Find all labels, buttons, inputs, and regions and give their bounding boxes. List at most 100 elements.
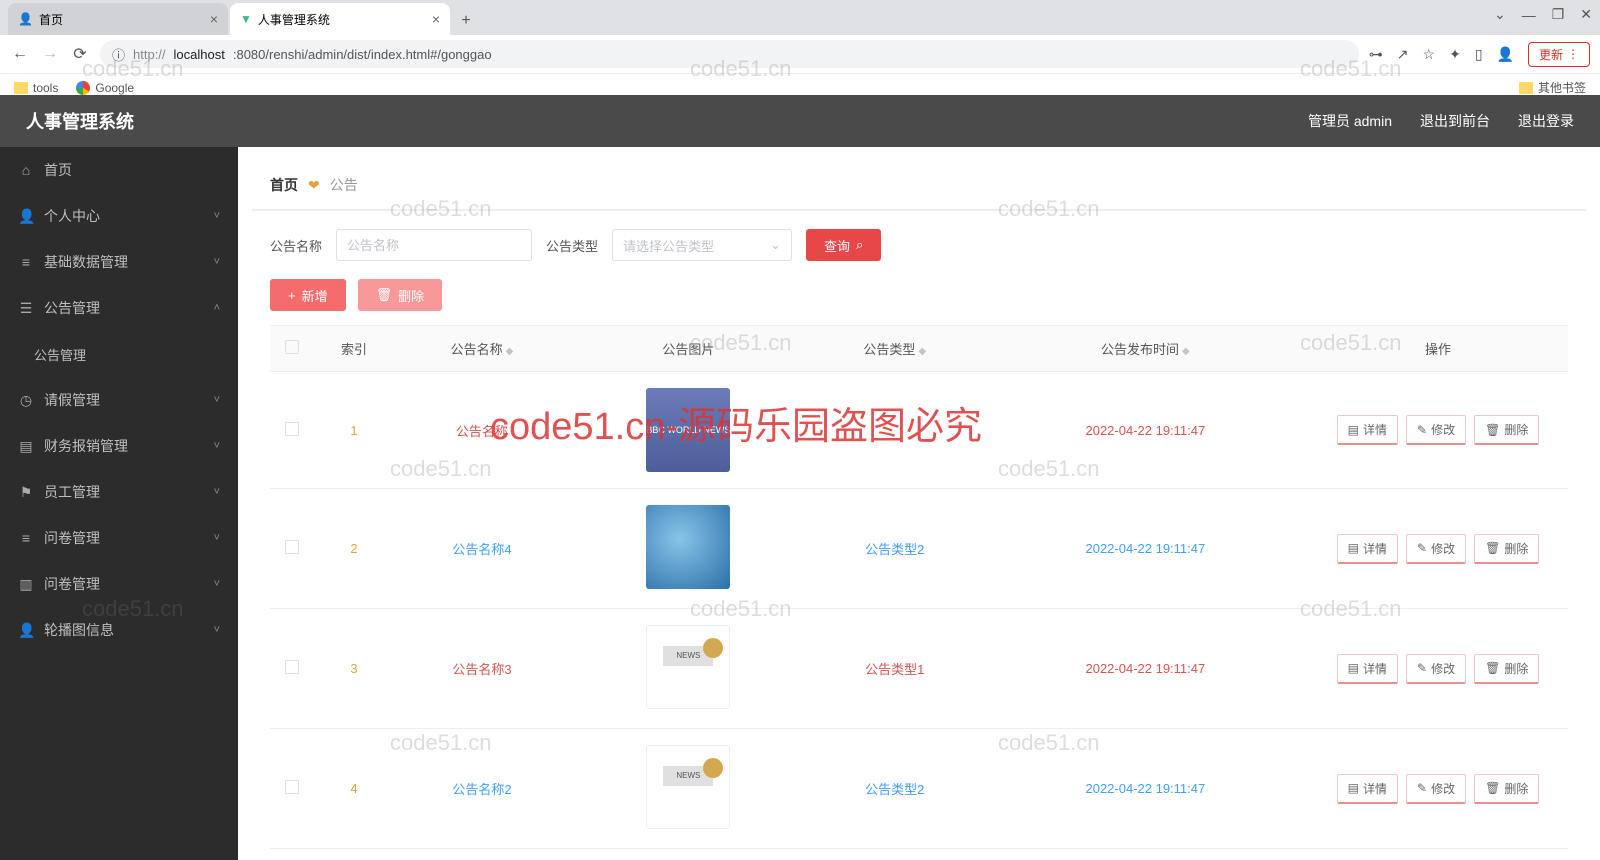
sidebar-item-8[interactable]: ≡问卷管理˅ [0,515,238,561]
cell-time: 2022-04-22 19:11:47 [983,729,1308,849]
app-header: 人事管理系统 管理员 admin 退出到前台 退出登录 [0,95,1600,147]
reload-icon[interactable]: ⟳ [70,44,90,64]
announcement-image: NEWS [646,745,730,829]
search-type-select[interactable]: 请选择公告类型 ⌄ [612,229,792,261]
cell-name[interactable]: 公告名称4 [394,489,570,609]
bookmark-google[interactable]: Google [76,81,134,95]
cell-type[interactable]: 公告类型2 [807,729,983,849]
bookmark-tools[interactable]: tools [14,81,58,95]
user-icon: 👤 [18,208,34,225]
list-icon: ☰ [18,300,34,317]
trash-icon: 🗑 [1485,781,1500,795]
select-all-checkbox[interactable] [285,340,299,354]
forward-icon[interactable]: → [40,45,60,63]
row-delete-button[interactable]: 🗑删除 [1474,415,1539,445]
announcement-image: NEWS [646,625,730,709]
browser-tab-0[interactable]: 👤 首页 × [8,3,228,35]
row-delete-button[interactable]: 🗑删除 [1474,654,1539,684]
edit-button[interactable]: ✎修改 [1406,774,1466,804]
update-button[interactable]: 更新⋮ [1528,42,1590,67]
url-protocol: http:// [133,47,166,62]
back-icon[interactable]: ← [10,45,30,63]
detail-button[interactable]: ▤详情 [1337,534,1398,564]
window-dropdown-icon[interactable]: ⌄ [1494,6,1506,23]
cell-name[interactable]: 公告名称 [394,372,570,489]
cell-name[interactable]: 公告名称2 [394,729,570,849]
app: 人事管理系统 管理员 admin 退出到前台 退出登录 ⌂首页 👤 个人中心 ˅ ≡基础… [0,95,1600,860]
panel-icon[interactable]: ▯ [1475,46,1483,63]
sidebar-item-0[interactable]: ⌂首页 [0,147,238,193]
query-button[interactable]: 查询 ⌕ [806,229,881,261]
cell-type[interactable]: 公告类型2 [807,489,983,609]
chevron-down-icon: ˅ [214,440,220,452]
logout-button[interactable]: 退出登录 [1518,111,1574,131]
db-icon: ≡ [18,254,34,270]
sidebar-item-3[interactable]: ☰公告管理˄ [0,285,238,331]
search-icon: ⌕ [856,237,863,253]
detail-button[interactable]: ▤详情 [1337,654,1398,684]
search-name-input[interactable] [336,229,532,261]
sidebar-item-label: 首页 [44,160,72,180]
chevron-down-icon: ⌄ [770,237,781,253]
window-close-icon[interactable]: ✕ [1580,6,1592,23]
search-row: 公告名称 公告类型 请选择公告类型 ⌄ 查询 ⌕ [252,211,1586,279]
cell-type[interactable]: 公告类型1 [807,609,983,729]
chevron-up-icon: ˄ [214,302,220,314]
sidebar-item-9[interactable]: ▥问卷管理˅ [0,561,238,607]
col-name[interactable]: 公告名称◆ [394,326,570,372]
edit-button[interactable]: ✎修改 [1406,415,1466,445]
detail-button[interactable]: ▤详情 [1337,774,1398,804]
row-checkbox[interactable] [285,780,299,794]
col-index[interactable]: 索引 [314,326,394,372]
sidebar-item-2[interactable]: ≡基础数据管理˅ [0,239,238,285]
url-bar[interactable]: ⓘ http:// localhost :8080/renshi/admin/d… [100,40,1359,68]
edit-icon: ✎ [1417,781,1427,795]
close-icon[interactable]: × [432,11,440,27]
window-minimize-icon[interactable]: — [1522,7,1536,23]
row-checkbox[interactable] [285,422,299,436]
sidebar-item-4[interactable]: 公告管理 [0,331,238,377]
key-icon[interactable]: ⊶ [1369,46,1383,63]
sidebar-item-6[interactable]: ▤财务报销管理˅ [0,423,238,469]
row-delete-button[interactable]: 🗑删除 [1474,534,1539,564]
cell-name[interactable]: 公告名称3 [394,609,570,729]
sidebar-item-label: 个人中心 [44,206,100,226]
col-time[interactable]: 公告发布时间◆ [983,326,1308,372]
sidebar-item-5[interactable]: ◷请假管理˅ [0,377,238,423]
row-delete-button[interactable]: 🗑删除 [1474,774,1539,804]
extension-icon[interactable]: ✦ [1449,46,1461,63]
close-icon[interactable]: × [210,11,218,27]
cell-type[interactable] [807,372,983,489]
folder-icon [14,82,28,94]
edit-button[interactable]: ✎修改 [1406,654,1466,684]
search-name-label: 公告名称 [270,236,322,255]
delete-button[interactable]: 🗑删除 [358,279,443,311]
tab-title: 首页 [39,11,63,28]
sidebar-item-7[interactable]: ⚑员工管理˅ [0,469,238,515]
sidebar-item-1[interactable]: 👤个人中心˅ [0,193,238,239]
edit-icon: ✎ [1417,661,1427,675]
browser-tab-1[interactable]: ▼ 人事管理系统 × [230,3,450,35]
col-type[interactable]: 公告类型◆ [807,326,983,372]
edit-button[interactable]: ✎修改 [1406,534,1466,564]
detail-button[interactable]: ▤详情 [1337,415,1398,445]
row-checkbox[interactable] [285,660,299,674]
new-tab-button[interactable]: + [452,7,480,35]
share-icon[interactable]: ↗ [1397,46,1409,63]
sidebar-item-10[interactable]: 👤轮播图信息˅ [0,607,238,653]
folder-icon [1519,82,1533,94]
sidebar-item-label: 问卷管理 [44,528,100,548]
cell-image: NEWS [570,609,807,729]
cell-index: 2 [314,489,394,609]
edit-icon: ✎ [1417,541,1427,555]
window-maximize-icon[interactable]: ❐ [1552,6,1565,23]
profile-icon[interactable]: 👤 [1497,46,1514,63]
header-user[interactable]: 管理员 admin [1308,111,1392,131]
star-icon[interactable]: ☆ [1423,46,1436,63]
breadcrumb-home[interactable]: 首页 [270,175,298,195]
bookmark-other[interactable]: 其他书签 [1519,79,1586,96]
add-button[interactable]: +新增 [270,279,346,311]
cell-index: 1 [314,372,394,489]
exit-front-button[interactable]: 退出到前台 [1420,111,1490,131]
row-checkbox[interactable] [285,540,299,554]
